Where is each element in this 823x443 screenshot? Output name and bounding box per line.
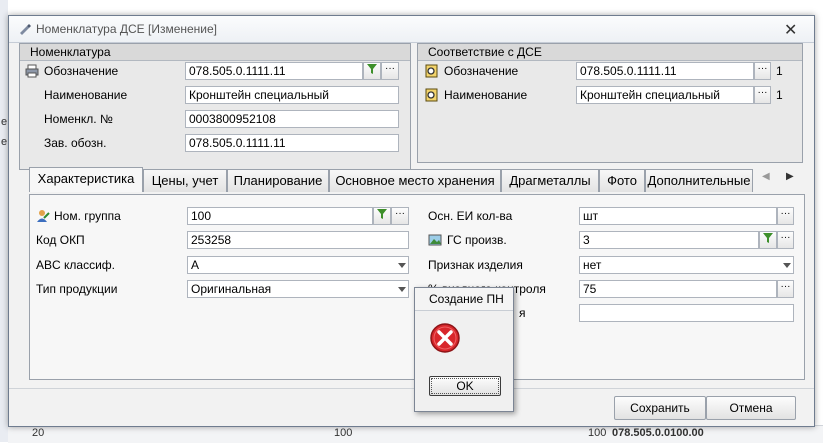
footer-divider — [9, 388, 814, 389]
name-field[interactable]: Кронштейн специальный — [185, 86, 399, 104]
tab-characteristics[interactable]: Характеристика — [29, 167, 143, 192]
abc-class-select[interactable]: A — [187, 256, 409, 274]
error-icon — [430, 323, 460, 353]
chevron-down-icon[interactable] — [783, 263, 791, 268]
nom-group-label: Ном. группа — [54, 209, 121, 223]
tab-scroll-right-icon[interactable]: ▶ — [786, 171, 794, 182]
match-name-label: Наименование — [444, 88, 528, 102]
nom-group-filter-button[interactable] — [373, 207, 391, 225]
tab-photo[interactable]: Фото — [599, 169, 645, 192]
background-cell: 100 — [588, 427, 607, 439]
window-title: Номенклатура ДСЕ [Изменение] — [36, 22, 218, 36]
message-dialog: Создание ПН OK — [414, 287, 514, 412]
tab-strip: Характеристика Цены, учет Планирование О… — [29, 167, 809, 195]
abc-class-label: ABC классиф. — [36, 258, 115, 272]
nomenclature-group: Номенклатура Обозначение 078.505.0.1111.… — [19, 43, 411, 170]
filter-icon — [377, 209, 387, 219]
tab-storage[interactable]: Основное место хранения — [329, 169, 501, 192]
gs-prod-label: ГС произв. — [447, 233, 507, 247]
ok-button[interactable]: OK — [429, 376, 501, 396]
factory-desig-label: Зав. обозн. — [44, 136, 107, 150]
background-cell: 078.505.0.0100.00 — [612, 427, 704, 439]
search-doc-icon — [425, 88, 438, 102]
dialog-title: Создание ПН — [429, 292, 504, 306]
image-icon — [428, 234, 442, 246]
match-designation-field[interactable]: 078.505.0.1111.11 — [576, 62, 754, 80]
main-unit-field[interactable]: шт — [579, 207, 777, 225]
item-flag-select[interactable]: нет — [579, 256, 794, 274]
gs-prod-filter-button[interactable] — [759, 231, 777, 249]
match-designation-browse-button[interactable]: ··· — [754, 62, 771, 80]
tab-precious-metals[interactable]: Драгметаллы — [501, 169, 599, 192]
item-flag-label: Признак изделия — [428, 258, 523, 272]
chevron-down-icon[interactable] — [398, 287, 406, 292]
background-cell: 100 — [334, 427, 353, 439]
factory-desig-field[interactable]: 078.505.0.1111.11 — [185, 134, 399, 152]
nomencl-no-field[interactable]: 0003800952108 — [185, 110, 399, 128]
filter-icon — [763, 233, 773, 243]
nom-group-field[interactable]: 100 — [187, 207, 373, 225]
nomenclature-window: Номенклатура ДСЕ [Изменение] ✕ Номенклат… — [8, 15, 815, 427]
background-text: е — [1, 136, 8, 148]
designation-field[interactable]: 078.505.0.1111.11 — [185, 62, 363, 80]
gs-prod-browse-button[interactable]: ··· — [777, 231, 794, 249]
partially-hidden-label: я — [519, 306, 526, 320]
background-text: е — [1, 116, 8, 128]
match-name-browse-button[interactable]: ··· — [754, 86, 771, 104]
nom-group-browse-button[interactable]: ··· — [391, 207, 409, 225]
save-button[interactable]: Сохранить — [614, 396, 706, 420]
match-designation-label: Обозначение — [444, 64, 519, 78]
cancel-button[interactable]: Отмена — [706, 396, 796, 420]
name-label: Наименование — [44, 88, 128, 102]
extra-field[interactable] — [579, 304, 794, 322]
chevron-down-icon[interactable] — [398, 263, 406, 268]
tab-prices[interactable]: Цены, учет — [143, 169, 227, 192]
tab-planning[interactable]: Планирование — [227, 169, 329, 192]
printer-icon — [25, 64, 39, 78]
designation-browse-button[interactable]: ··· — [381, 62, 399, 80]
nomencl-no-label: Номенкл. № — [44, 112, 113, 126]
tab-scroll-left-icon[interactable]: ◀ — [762, 171, 770, 182]
main-unit-label: Осн. ЕИ кол-ва — [428, 209, 513, 223]
background-app-bottom-strip: 20 100 100 078.505.0.0100.00 — [8, 425, 823, 443]
okp-code-field[interactable]: 253258 — [187, 231, 409, 249]
product-type-select[interactable]: Оригинальная — [187, 280, 409, 298]
background-app-left-strip: е е — [0, 0, 8, 442]
match-group: Соответствие с ДСЕ Обозначение 078.505.0… — [417, 43, 803, 163]
app-icon — [20, 24, 31, 35]
designation-label: Обозначение — [44, 64, 119, 78]
gs-prod-field[interactable]: 3 — [579, 231, 759, 249]
incoming-ctrl-browse-button[interactable]: ··· — [777, 280, 794, 298]
match-name-field[interactable]: Кронштейн специальный — [576, 86, 754, 104]
match-designation-count: 1 — [776, 64, 783, 78]
dialog-title-bar: Создание ПН — [415, 288, 513, 311]
filter-icon — [367, 64, 377, 74]
nomenclature-group-title: Номенклатура — [20, 44, 410, 61]
background-cell: 20 — [32, 427, 45, 439]
title-bar: Номенклатура ДСЕ [Изменение] ✕ — [9, 16, 814, 43]
okp-code-label: Код ОКП — [36, 233, 85, 247]
main-unit-browse-button[interactable]: ··· — [777, 207, 794, 225]
match-name-count: 1 — [776, 88, 783, 102]
search-doc-icon — [425, 64, 438, 78]
match-group-title: Соответствие с ДСЕ — [418, 44, 802, 61]
tab-additional[interactable]: Дополнительные — [645, 169, 753, 192]
filter-button[interactable] — [363, 62, 381, 80]
close-icon[interactable]: ✕ — [784, 20, 797, 40]
user-group-icon — [37, 210, 50, 222]
product-type-label: Тип продукции — [36, 282, 118, 296]
incoming-ctrl-field[interactable]: 75 — [579, 280, 777, 298]
